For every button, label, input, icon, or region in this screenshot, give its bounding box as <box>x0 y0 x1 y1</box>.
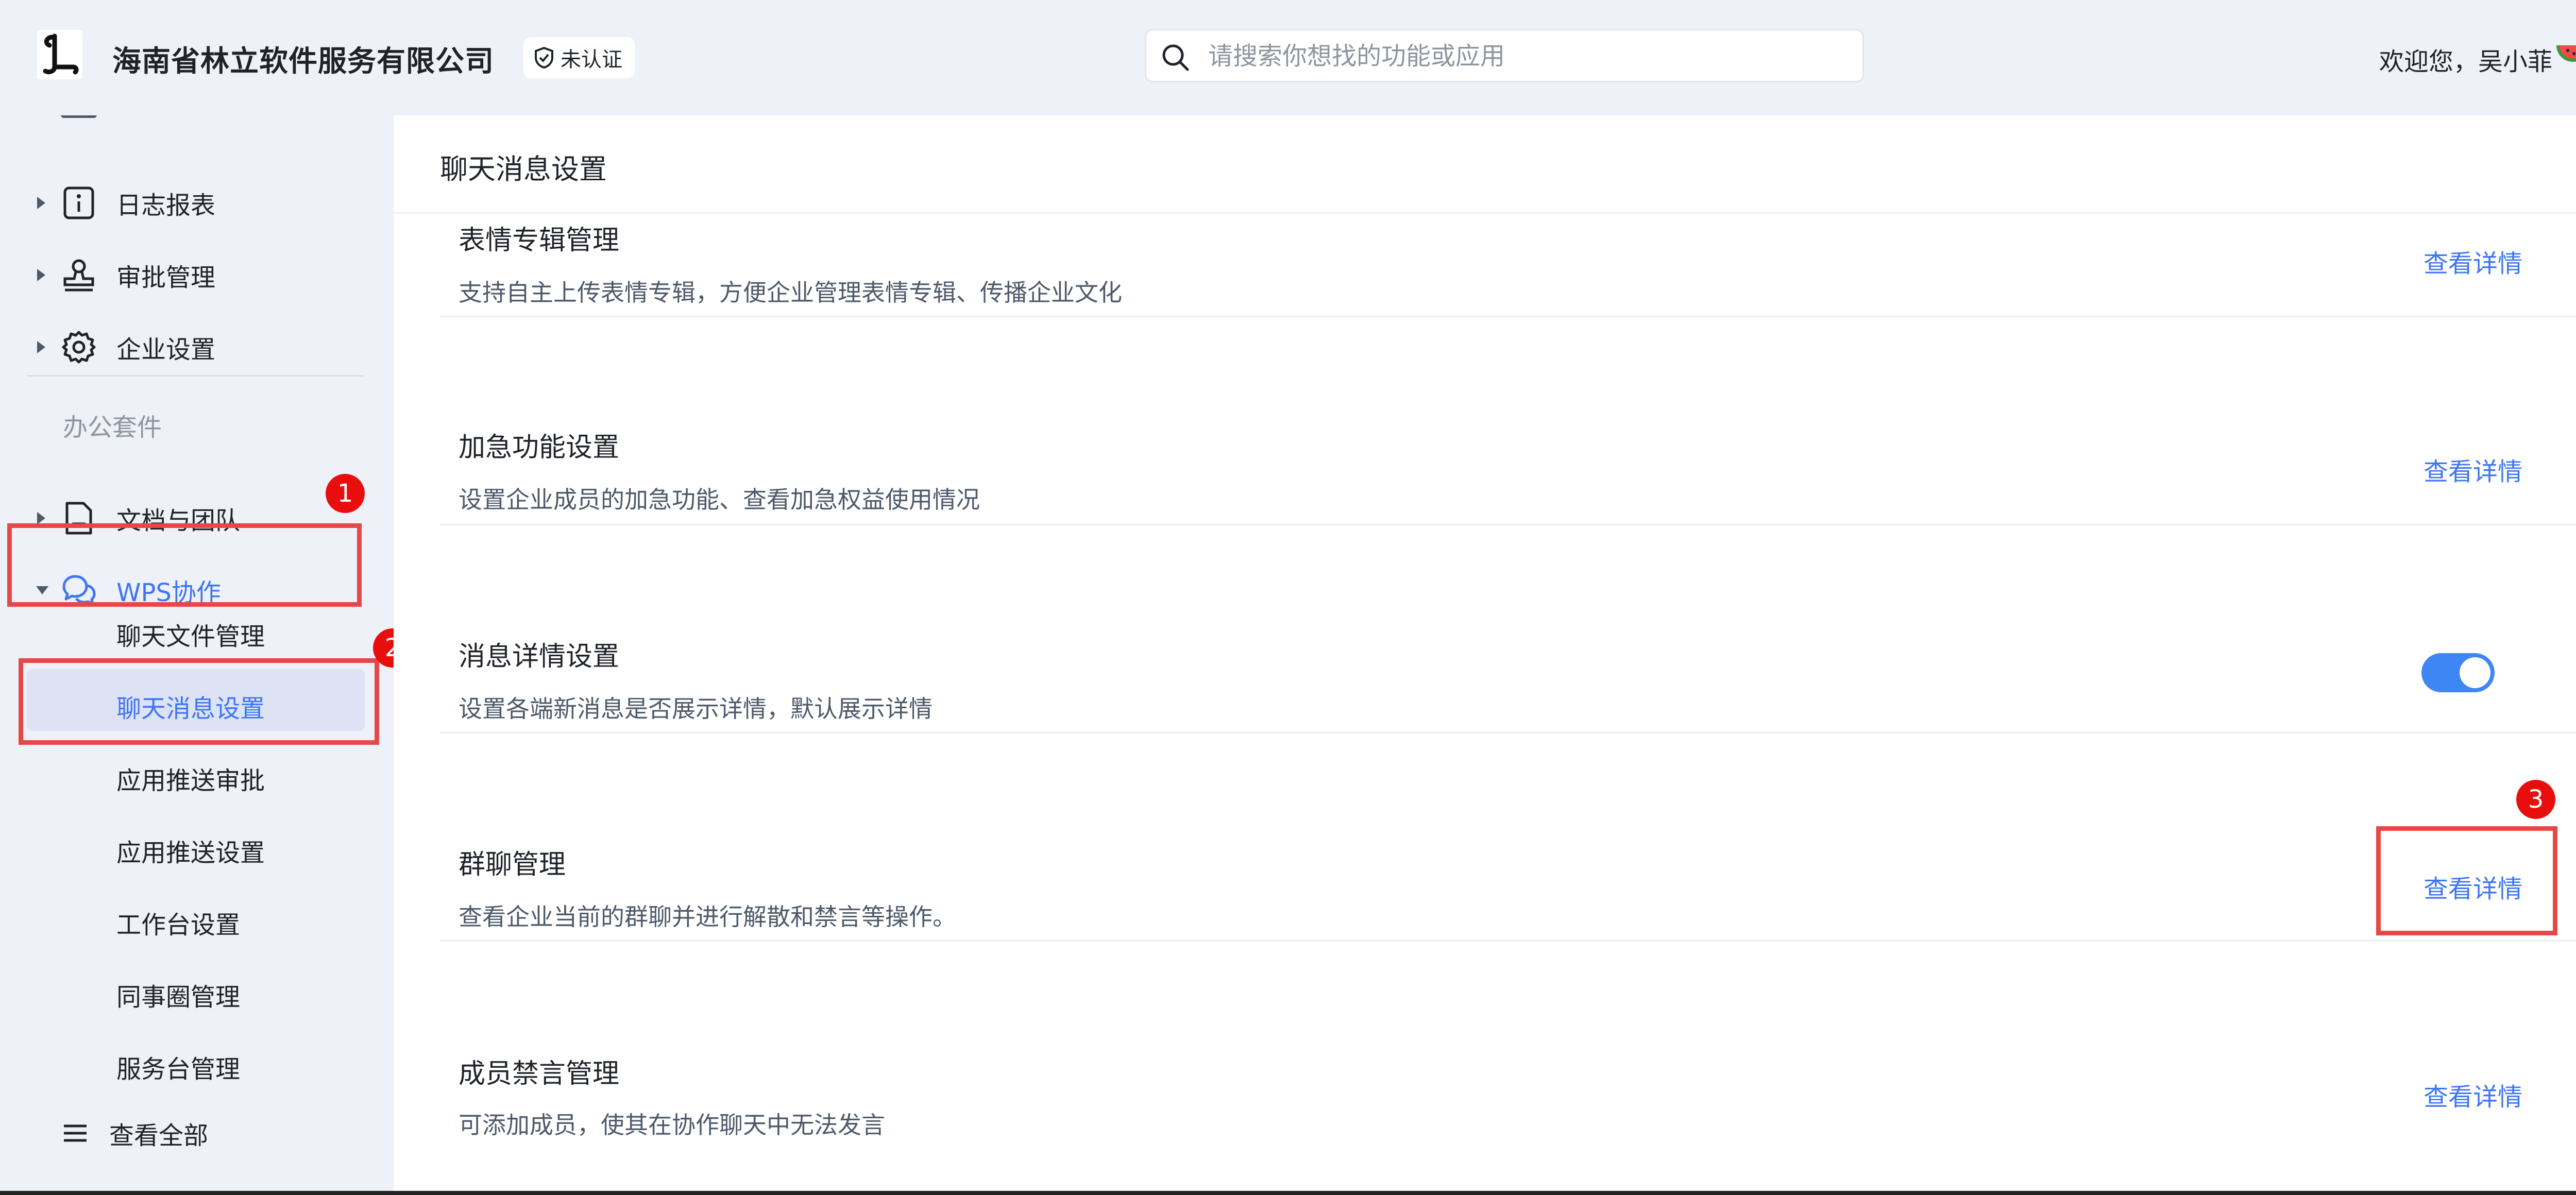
setting-title: 加急功能设置 <box>459 432 620 463</box>
sidebar-item-label: 日志报表 <box>116 191 216 220</box>
sidebar-item-label: 审批管理 <box>116 263 216 292</box>
partial-nav-icon <box>61 115 97 118</box>
expand-caret-icon <box>37 269 45 281</box>
section-title-office-suite: 办公套件 <box>63 413 162 442</box>
setting-desc: 设置各端新消息是否展示详情，默认展示详情 <box>459 695 933 723</box>
sidebar-subitem-label: 服务台管理 <box>116 1055 241 1084</box>
expand-caret-icon <box>37 512 45 524</box>
setting-row-member-mute: 成员禁言管理 可添加成员，使其在协作聊天中无法发言 查看详情 <box>440 942 2576 1150</box>
top-header: 海南省林立软件服务有限公司 未认证 欢迎您，吴小菲 <box>0 0 2576 115</box>
sidebar-subitem-label: 应用推送审批 <box>116 766 265 795</box>
avatar-watermelon-icon[interactable] <box>2554 40 2576 69</box>
setting-row-sticker-album: 表情专辑管理 支持自主上传表情专辑，方便企业管理表情专辑、传播企业文化 查看详情 <box>440 115 2576 317</box>
search-input[interactable] <box>1207 40 1848 73</box>
sidebar-subitem-label: 工作台设置 <box>116 911 241 940</box>
main-content: 聊天消息设置 表情专辑管理 支持自主上传表情专辑，方便企业管理表情专辑、传播企业… <box>394 115 2576 1195</box>
setting-title: 消息详情设置 <box>459 641 620 672</box>
sidebar-subitem-push-approval[interactable]: 应用推送审批 <box>0 748 371 799</box>
sidebar-subitem-colleague-circle[interactable]: 同事圈管理 <box>0 964 371 1016</box>
toggle-knob <box>2460 657 2490 688</box>
annotation-number-1: 1 <box>326 474 365 513</box>
setting-row-message-detail: 消息详情设置 设置各端新消息是否展示详情，默认展示详情 <box>440 525 2576 733</box>
sidebar-subitem-label: 聊天文件管理 <box>116 622 265 651</box>
sidebar-subitem-push-settings[interactable]: 应用推送设置 <box>0 820 371 872</box>
setting-title: 群聊管理 <box>459 849 566 880</box>
welcome-text: 欢迎您，吴小菲 <box>2379 47 2552 76</box>
company-name: 海南省林立软件服务有限公司 <box>112 45 494 78</box>
sidebar-item-label: 企业设置 <box>116 335 216 364</box>
company-logo-icon <box>37 30 82 79</box>
setting-desc: 设置企业成员的加急功能、查看加急权益使用情况 <box>459 486 980 514</box>
sidebar: 日志报表 审批管理 企业设置 办公套件 文档与团队 WPS协作 聊天文件管理 聊… <box>0 115 394 1195</box>
setting-desc: 查看企业当前的群聊并进行解散和禁言等操作。 <box>459 903 956 931</box>
gear-icon <box>62 331 96 364</box>
expand-caret-icon <box>37 197 45 209</box>
setting-title: 表情专辑管理 <box>459 225 620 256</box>
menu-list-icon <box>64 1124 87 1142</box>
sidebar-item-log-report[interactable]: 日志报表 <box>0 177 371 229</box>
annotation-box-2 <box>19 658 379 745</box>
setting-row-group-chat: 群聊管理 查看企业当前的群聊并进行解散和禁言等操作。 查看详情 <box>440 733 2576 942</box>
expand-caret-icon <box>37 341 45 353</box>
auth-badge[interactable]: 未认证 <box>523 37 635 78</box>
sidebar-subitem-chat-files[interactable]: 聊天文件管理 <box>0 604 371 655</box>
view-details-link[interactable]: 查看详情 <box>2424 1077 2522 1113</box>
sidebar-item-enterprise-settings[interactable]: 企业设置 <box>0 321 371 373</box>
view-all-link[interactable]: 查看全部 <box>0 1107 371 1159</box>
stamp-icon <box>63 259 94 292</box>
shield-check-icon <box>535 46 553 69</box>
sidebar-subitem-workbench[interactable]: 工作台设置 <box>0 892 371 944</box>
sidebar-divider <box>27 375 365 377</box>
global-search[interactable] <box>1145 29 1864 82</box>
view-all-label: 查看全部 <box>109 1121 209 1150</box>
setting-desc: 支持自主上传表情专辑，方便企业管理表情专辑、传播企业文化 <box>459 279 1122 306</box>
message-detail-toggle[interactable] <box>2421 653 2495 692</box>
view-details-link[interactable]: 查看详情 <box>2424 451 2522 487</box>
annotation-box-3 <box>2376 826 2557 935</box>
sidebar-subitem-label: 应用推送设置 <box>116 839 265 867</box>
window-bottom-edge <box>0 1191 2576 1195</box>
info-icon <box>63 186 94 219</box>
view-details-link[interactable]: 查看详情 <box>2424 243 2522 279</box>
setting-title: 成员禁言管理 <box>459 1059 620 1089</box>
annotation-number-3: 3 <box>2516 780 2555 819</box>
sidebar-subitem-label: 同事圈管理 <box>116 983 241 1012</box>
setting-desc: 可添加成员，使其在协作聊天中无法发言 <box>459 1111 885 1139</box>
auth-badge-label: 未认证 <box>561 48 622 72</box>
search-icon <box>1162 44 1189 71</box>
setting-row-urgent: 加急功能设置 设置企业成员的加急功能、查看加急权益使用情况 查看详情 <box>440 317 2576 525</box>
sidebar-item-approval[interactable]: 审批管理 <box>0 249 371 301</box>
sidebar-subitem-service-desk[interactable]: 服务台管理 <box>0 1036 371 1088</box>
annotation-box-1 <box>7 523 362 607</box>
